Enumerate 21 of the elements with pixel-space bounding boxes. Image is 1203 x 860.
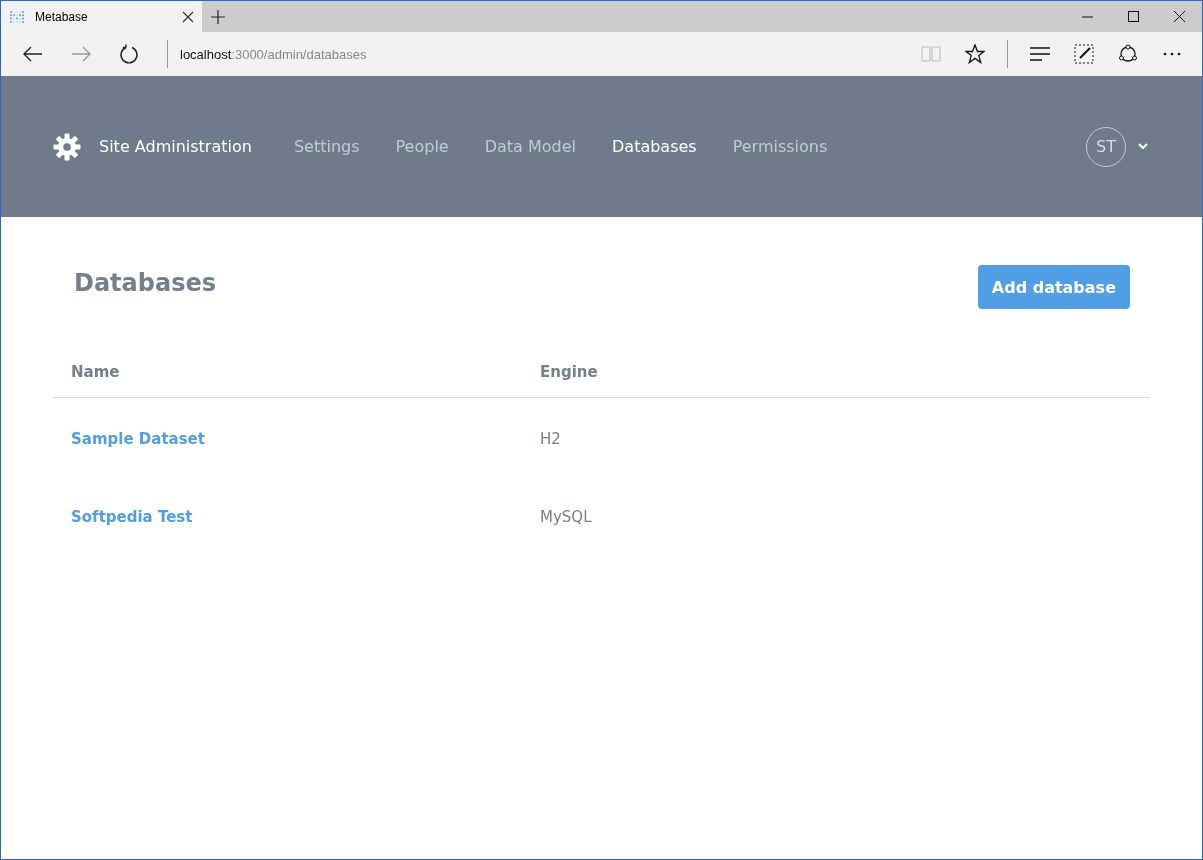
table-cell: MySQL: [540, 508, 592, 526]
database-link[interactable]: Sample Dataset: [71, 430, 205, 448]
nav-link[interactable]: Permissions: [714, 137, 846, 156]
metabase-logo-icon: [9, 9, 25, 24]
nav-link[interactable]: Databases: [594, 137, 715, 156]
database-link[interactable]: Softpedia Test: [71, 508, 193, 526]
nav-link[interactable]: Data Model: [466, 137, 594, 156]
nav-link[interactable]: Settings: [275, 137, 378, 156]
column-header: Name: [71, 363, 121, 381]
settings-icon: [53, 132, 81, 161]
close-tab-icon[interactable]: [182, 10, 194, 23]
url-host[interactable]: localhost: [180, 46, 232, 62]
tab-title: Metabase: [35, 9, 89, 24]
column-header: Engine: [540, 363, 599, 381]
page-title: Databases: [74, 269, 216, 297]
site-admin-title: Site Administration: [99, 137, 252, 156]
add-database-button[interactable]: Add database: [977, 265, 1130, 309]
browser-tab[interactable]: Metabase: [1, 1, 202, 32]
table-cell: H2: [540, 430, 561, 448]
nav-link[interactable]: People: [377, 137, 467, 156]
url-path[interactable]: :3000/admin/databases: [231, 46, 367, 62]
